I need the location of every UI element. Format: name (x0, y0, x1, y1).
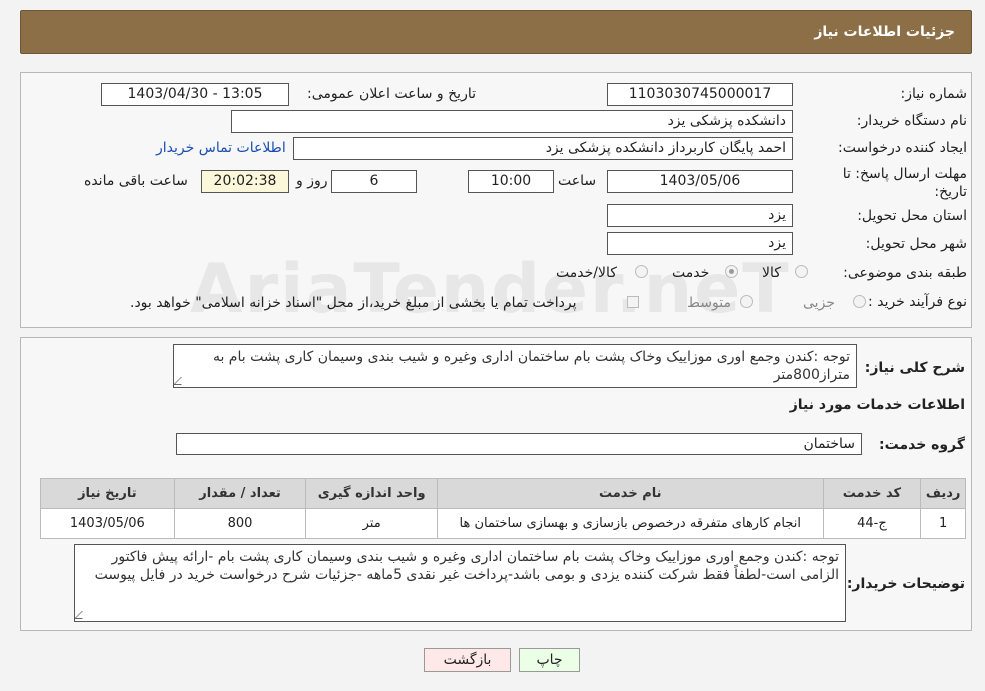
print-button[interactable]: چاپ (519, 648, 580, 672)
category-label: طبقه بندی موضوعی: (843, 265, 967, 281)
category-goods-label: کالا (762, 265, 781, 281)
deadline-date-field: 1403/05/06 (607, 170, 793, 193)
deadline-days-label: روز و (296, 173, 328, 189)
services-table: ردیف کد خدمت نام خدمت واحد اندازه گیری ت… (40, 478, 966, 539)
buyer-contact-link[interactable]: اطلاعات تماس خریدار (156, 140, 286, 156)
col-row-header: ردیف (920, 478, 966, 509)
buyer-org-label: نام دستگاه خریدار: (856, 113, 967, 129)
summary-label: شرح کلی نیاز: (864, 360, 965, 376)
deadline-days-field: 6 (331, 170, 417, 193)
need-number-label: شماره نیاز: (900, 86, 968, 102)
purchase-type-label: نوع فرآیند خرید : (868, 294, 967, 310)
treasury-note: پرداخت تمام یا بخشی از مبلغ خرید،از محل … (130, 295, 577, 311)
page-title: جزئیات اطلاعات نیاز (814, 24, 955, 40)
need-number-field: 1103030745000017 (607, 83, 793, 106)
announce-datetime-label: تاریخ و ساعت اعلان عمومی: (307, 86, 476, 102)
category-goods-service-label: کالا/خدمت (556, 265, 617, 281)
cell-unit: متر (305, 508, 438, 539)
purchase-medium-radio[interactable] (740, 295, 753, 308)
buyer-notes-textarea[interactable]: توجه :کندن وجمع اوری موزاییک وخاک پشت با… (74, 544, 846, 622)
category-goods-radio[interactable] (795, 265, 808, 278)
table-header-row: ردیف کد خدمت نام خدمت واحد اندازه گیری ت… (40, 478, 966, 509)
services-section-title: اطلاعات خدمات مورد نیاز (789, 397, 965, 413)
resize-grip-icon[interactable] (75, 611, 90, 619)
city-label: شهر محل تحویل: (865, 236, 967, 252)
purchase-minor-label: جزیی (803, 295, 835, 311)
service-group-field: ساختمان (176, 433, 862, 455)
buyer-notes-text: توجه :کندن وجمع اوری موزاییک وخاک پشت با… (94, 549, 839, 583)
summary-textarea[interactable]: توجه :کندن وجمع اوری موزاییک وخاک پشت با… (173, 344, 857, 388)
category-service-label: خدمت (672, 265, 710, 281)
treasury-checkbox[interactable] (627, 296, 639, 308)
col-code-header: کد خدمت (822, 478, 922, 509)
cell-name: انجام کارهای متفرقه درخصوص بازسازی و بهس… (436, 508, 824, 539)
remaining-time-label: ساعت باقی مانده (84, 173, 188, 189)
cell-qty: 800 (173, 508, 307, 539)
cell-code: ج-44 (822, 508, 922, 539)
remaining-time-field: 20:02:38 (201, 170, 289, 193)
buyer-org-field: دانشکده پزشکی یزد (231, 110, 793, 133)
requester-field: احمد پایگان کاربرداز دانشکده پزشکی یزد (293, 137, 793, 160)
buyer-notes-label: توضیحات خریدار: (846, 576, 965, 592)
province-field: یزد (607, 204, 793, 227)
province-label: استان محل تحویل: (857, 208, 967, 224)
service-group-label: گروه خدمت: (879, 437, 965, 453)
page-header: جزئیات اطلاعات نیاز (20, 10, 972, 54)
deadline-label-line2: تاریخ: (934, 184, 967, 200)
table-row: 1 ج-44 انجام کارهای متفرقه درخصوص بازساز… (40, 508, 966, 539)
purchase-minor-radio[interactable] (853, 295, 866, 308)
category-goods-service-radio[interactable] (635, 265, 648, 278)
announce-datetime-field: 1403/04/30 - 13:05 (101, 83, 289, 106)
city-field: یزد (607, 232, 793, 255)
deadline-time-field: 10:00 (468, 170, 554, 193)
cell-row: 1 (920, 508, 966, 539)
col-qty-header: تعداد / مقدار (173, 478, 307, 509)
back-button[interactable]: بازگشت (424, 648, 511, 672)
deadline-time-label: ساعت (558, 173, 597, 189)
category-service-radio[interactable] (725, 265, 738, 278)
deadline-label-line1: مهلت ارسال پاسخ: تا (842, 166, 967, 182)
col-unit-header: واحد اندازه گیری (305, 478, 438, 509)
watermark: AriaTender.neT (190, 250, 791, 329)
cell-date: 1403/05/06 (40, 508, 175, 539)
requester-label: ایجاد کننده درخواست: (838, 140, 967, 156)
summary-text: توجه :کندن وجمع اوری موزاییک وخاک پشت با… (212, 349, 850, 383)
purchase-medium-label: متوسط (687, 295, 731, 311)
col-date-header: تاریخ نیاز (40, 478, 175, 509)
col-name-header: نام خدمت (436, 478, 824, 509)
resize-grip-icon[interactable] (174, 377, 189, 385)
